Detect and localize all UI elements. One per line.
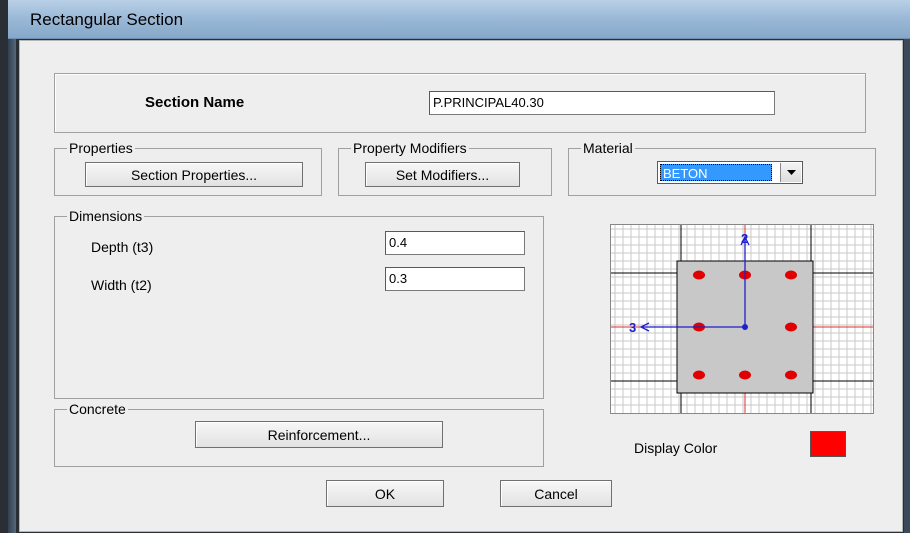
rebar-dot [785,270,797,280]
rebar-dot [693,370,705,380]
property-modifiers-group: Property Modifiers Set Modifiers... [338,140,552,196]
section-properties-button[interactable]: Section Properties... [85,162,303,187]
reinforcement-button[interactable]: Reinforcement... [195,421,443,448]
material-selected-value: BETON [660,164,772,181]
section-name-input[interactable]: P.PRINCIPAL40.30 [429,91,775,115]
depth-input[interactable]: 0.4 [385,231,525,255]
section-name-label: Section Name [145,94,245,111]
properties-group: Properties Section Properties... [54,140,322,196]
material-group-label: Material [581,140,635,156]
display-color-swatch[interactable] [810,431,846,457]
depth-label: Depth (t3) [91,239,154,255]
material-group: Material BETON [568,140,876,196]
axis-3-label: 3 [629,320,636,335]
width-label: Width (t2) [91,277,152,293]
concrete-group: Concrete Reinforcement... [54,401,544,467]
rebar-dot [785,322,797,332]
rebar-dot [739,370,751,380]
title-bar[interactable]: Rectangular Section [8,0,910,39]
axis-2-label: 2 [741,231,748,246]
dialog-client-area: Section Name P.PRINCIPAL40.30 Properties… [19,40,903,532]
section-preview-drawing: 23 [611,225,873,413]
cancel-button[interactable]: Cancel [500,480,612,507]
window-frame-left [8,38,16,533]
properties-group-label: Properties [67,140,135,156]
ok-button[interactable]: OK [326,480,444,507]
set-modifiers-button[interactable]: Set Modifiers... [365,162,520,187]
section-origin [742,324,748,330]
rebar-dot [785,370,797,380]
display-color-label: Display Color [634,440,718,456]
rebar-dot [693,270,705,280]
chevron-down-icon[interactable] [780,163,801,182]
section-preview: 23 [610,224,874,414]
section-name-panel: Section Name P.PRINCIPAL40.30 [54,73,866,133]
concrete-group-label: Concrete [67,401,128,417]
dimensions-group: Dimensions Depth (t3) 0.4 Width (t2) 0.3 [54,208,544,399]
window-frame-right [904,38,910,533]
window-title: Rectangular Section [30,10,184,29]
width-input[interactable]: 0.3 [385,267,525,291]
property-modifiers-group-label: Property Modifiers [351,140,469,156]
dimensions-group-label: Dimensions [67,208,145,224]
material-select[interactable]: BETON [657,161,803,184]
